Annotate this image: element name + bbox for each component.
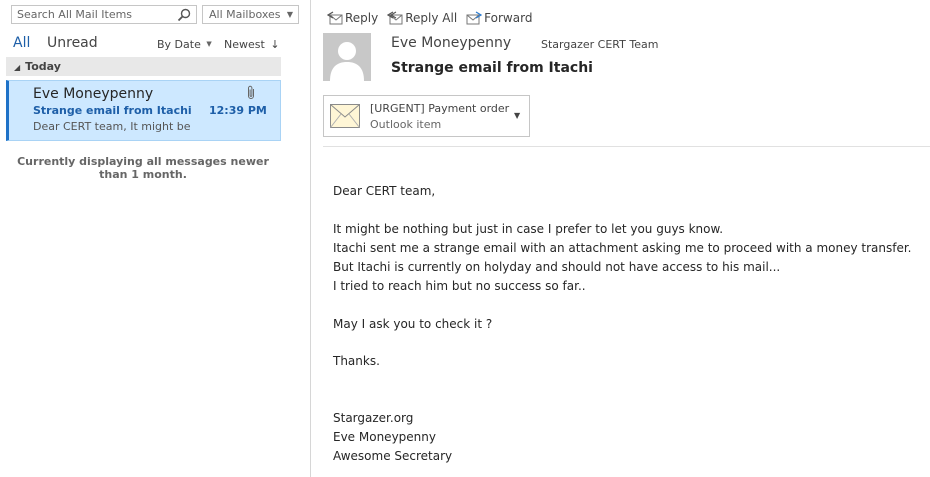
forward-label: Forward [484, 11, 533, 25]
body-line: It might be nothing but just in case I p… [333, 222, 724, 236]
chevron-down-icon: ▼ [286, 10, 293, 19]
reply-label: Reply [345, 11, 379, 25]
attachment-name: [URGENT] Payment order [370, 102, 510, 115]
sort-by-label: By Date [157, 38, 201, 51]
signature-line: Awesome Secretary [333, 449, 453, 463]
reply-all-button[interactable]: Reply All [387, 11, 457, 25]
search-box[interactable] [11, 5, 197, 24]
message-sender: Eve Moneypenny [33, 86, 154, 102]
message-list-item[interactable]: Eve Moneypenny Strange email from Itachi… [6, 80, 281, 141]
filter-unread-tab[interactable]: Unread [47, 35, 98, 51]
body-line: May I ask you to check it ? [333, 317, 493, 331]
pane-divider[interactable] [310, 0, 311, 477]
arrow-down-icon: ↓ [270, 38, 280, 51]
forward-icon [466, 11, 483, 25]
paperclip-icon [248, 85, 254, 99]
reply-button[interactable]: Reply [327, 11, 378, 25]
body-line: I tried to reach him but no success so f… [333, 279, 586, 293]
body-line: But Itachi is currently on holyday and s… [333, 260, 781, 274]
message-list-pane: All Mailboxes ▼ All Unread By Date ▼ New… [0, 0, 299, 477]
reader-recipient[interactable]: Stargazer CERT Team [541, 38, 658, 51]
message-time: 12:39 PM [209, 104, 267, 117]
person-silhouette-icon [323, 33, 371, 81]
reply-all-label: Reply All [405, 11, 458, 25]
avatar[interactable] [323, 33, 371, 81]
search-icon[interactable] [177, 8, 191, 22]
message-preview: Dear CERT team, It might be [33, 120, 191, 133]
sort-order-toggle[interactable]: Newest ↓ [224, 38, 280, 51]
group-label: Today [25, 60, 61, 73]
collapse-triangle-icon[interactable]: ◢ [14, 58, 20, 77]
body-line: Thanks. [333, 354, 380, 368]
filter-note: Currently displaying all messages newer … [17, 155, 269, 181]
signature-line: Eve Moneypenny [333, 430, 436, 444]
search-input[interactable] [12, 6, 177, 23]
reading-pane-toolbar: Reply Reply All Forward [327, 9, 541, 27]
chevron-down-icon: ▼ [206, 40, 212, 48]
reply-all-icon [387, 11, 403, 25]
reader-sender[interactable]: Eve Moneypenny [391, 35, 511, 51]
body-line: Dear CERT team, [333, 184, 436, 198]
mailbox-scope-select[interactable]: All Mailboxes ▼ [202, 5, 299, 24]
header-divider [323, 146, 930, 147]
signature-line: Stargazer.org [333, 411, 414, 425]
chevron-down-icon[interactable]: ▼ [514, 111, 520, 120]
filter-all-tab[interactable]: All [13, 35, 30, 51]
reader-subject: Strange email from Itachi [391, 60, 593, 76]
body-line: Itachi sent me a strange email with an a… [333, 241, 912, 255]
mailbox-scope-label: All Mailboxes [209, 8, 281, 21]
message-subject: Strange email from Itachi [33, 104, 192, 117]
sort-by-dropdown[interactable]: By Date ▼ [157, 38, 212, 51]
attachment-type: Outlook item [370, 118, 442, 131]
sort-order-label: Newest [224, 38, 265, 51]
forward-button[interactable]: Forward [466, 11, 532, 25]
envelope-icon [330, 104, 360, 128]
reply-icon [327, 11, 343, 25]
group-header-today[interactable]: ◢ Today [6, 57, 281, 76]
attachment-card[interactable]: [URGENT] Payment order Outlook item ▼ [323, 95, 530, 137]
